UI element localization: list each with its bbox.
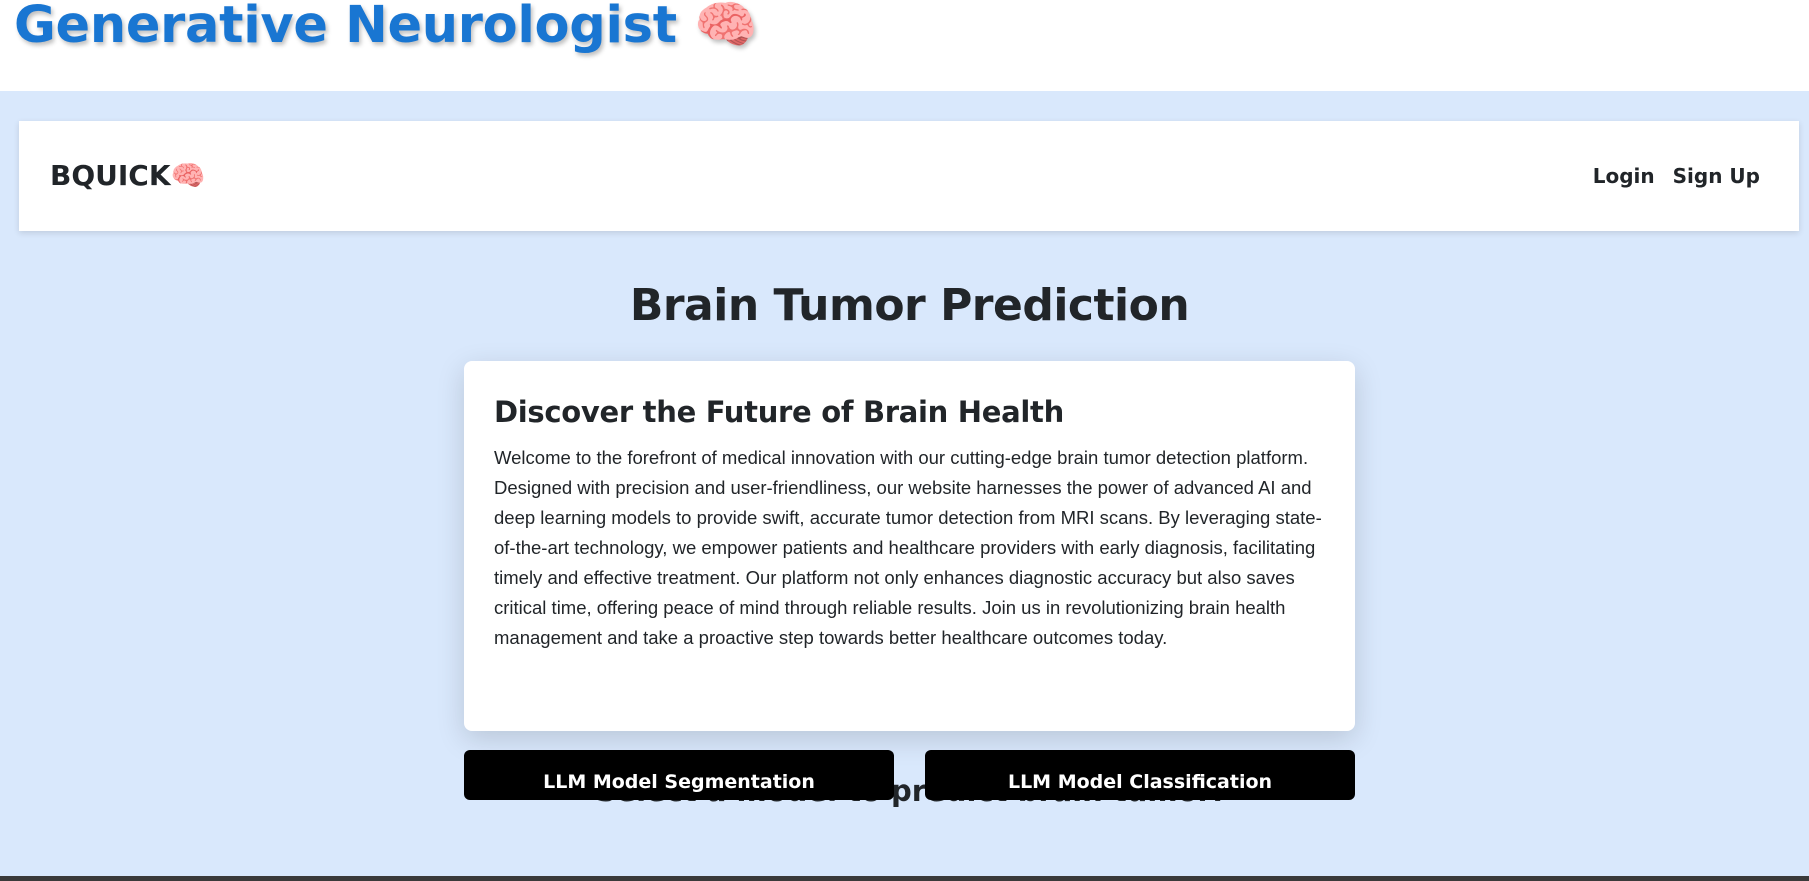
- brain-icon: 🧠: [694, 0, 758, 55]
- select-model-heading: Select a model to predict brain tumor:: [595, 774, 1224, 808]
- navbar: BQUICK🧠 Login Sign Up: [19, 121, 1799, 231]
- brand-brain-icon: 🧠: [170, 159, 206, 192]
- brand-logo[interactable]: BQUICK🧠: [50, 159, 205, 192]
- login-link[interactable]: Login: [1593, 164, 1655, 188]
- main-area: BQUICK🧠 Login Sign Up Brain Tumor Predic…: [0, 91, 1809, 881]
- bottom-bar: [0, 876, 1809, 881]
- top-header: Generative Neurologist 🧠: [0, 0, 1809, 91]
- app-title-text: Generative Neurologist: [14, 0, 677, 55]
- brand-text: BQUICK: [50, 159, 171, 192]
- card-body: Welcome to the forefront of medical inno…: [494, 447, 1322, 648]
- signup-link[interactable]: Sign Up: [1673, 164, 1760, 188]
- page-title: Brain Tumor Prediction: [629, 280, 1190, 331]
- classification-model-button[interactable]: LLM Model Classification: [925, 750, 1355, 800]
- card-title: Discover the Future of Brain Health: [494, 395, 1064, 429]
- app-title: Generative Neurologist 🧠: [14, 0, 758, 55]
- nav-links: Login Sign Up: [1593, 164, 1760, 188]
- info-card: Discover the Future of Brain Health Welc…: [464, 361, 1355, 731]
- segmentation-model-button[interactable]: LLM Model Segmentation: [464, 750, 894, 800]
